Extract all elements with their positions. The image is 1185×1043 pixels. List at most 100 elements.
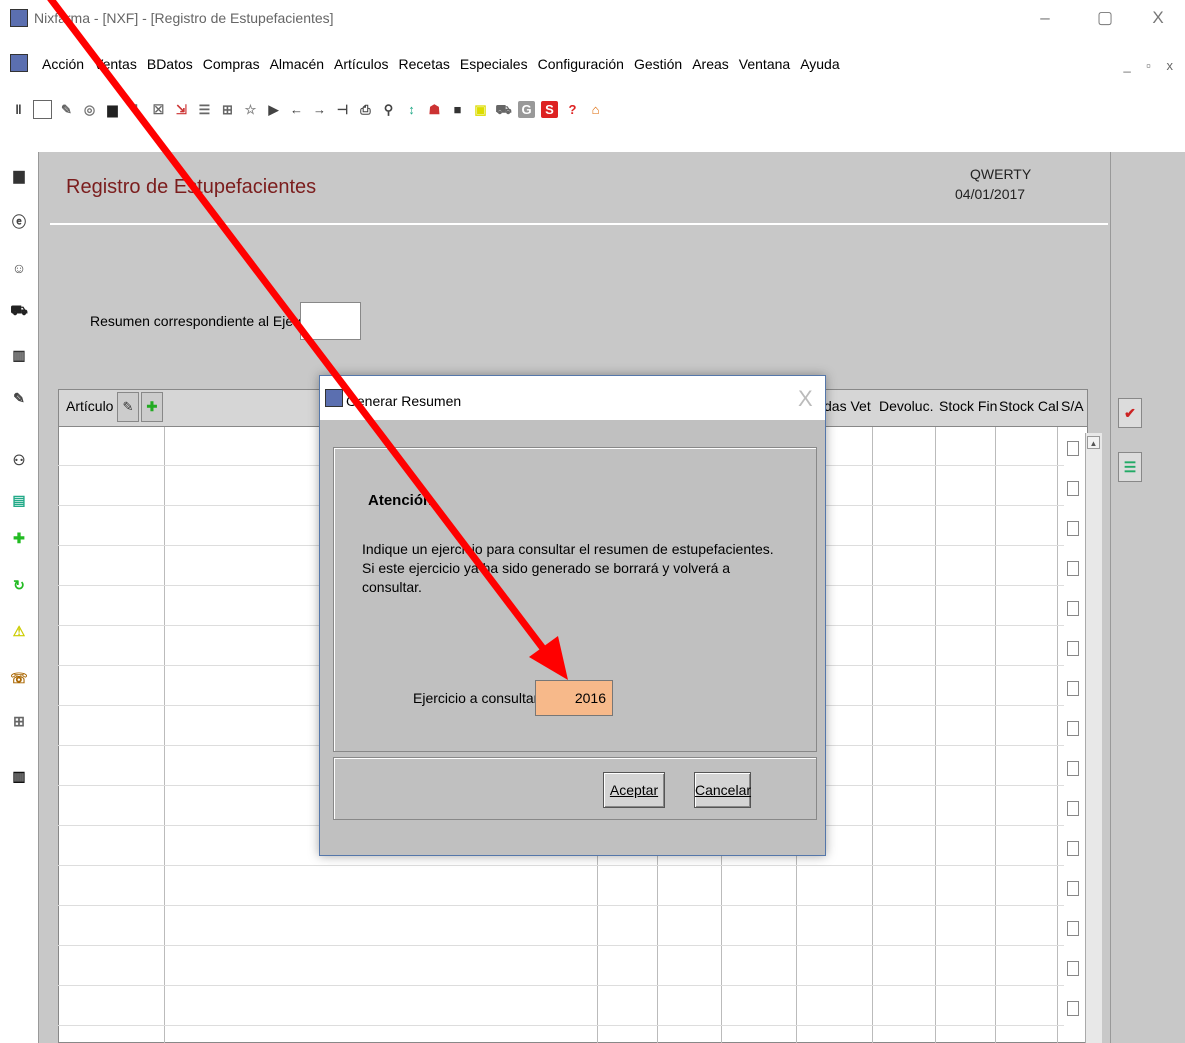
- minimize-button[interactable]: –: [1025, 6, 1065, 30]
- menu-item-3[interactable]: Compras: [199, 56, 266, 72]
- list2-icon[interactable]: ☰: [196, 101, 213, 118]
- menu-item-4[interactable]: Almacén: [266, 56, 330, 72]
- menu-item-7[interactable]: Especiales: [456, 56, 534, 72]
- sa-checkbox[interactable]: [1067, 561, 1079, 576]
- help-icon[interactable]: ?: [564, 101, 581, 118]
- sa-checkbox[interactable]: [1067, 601, 1079, 616]
- barcode-icon[interactable]: ▥: [10, 766, 28, 786]
- menu-item-2[interactable]: BDatos: [143, 56, 199, 72]
- import-icon[interactable]: ⇩: [127, 101, 144, 118]
- cart-side-icon[interactable]: ⛟: [10, 300, 28, 320]
- disc-icon[interactable]: ◎: [81, 101, 98, 118]
- sa-checkbox[interactable]: [1067, 881, 1079, 896]
- menu-item-1[interactable]: Ventas: [90, 56, 143, 72]
- support-icon[interactable]: ☏: [10, 668, 28, 688]
- table-row: [58, 865, 1064, 866]
- menu-item-6[interactable]: Recetas: [395, 56, 456, 72]
- col-devoluciones[interactable]: Devoluc.: [879, 398, 933, 414]
- current-date: 04/01/2017: [955, 186, 1026, 202]
- sa-checkbox[interactable]: [1067, 961, 1079, 976]
- close-button[interactable]: X: [1138, 6, 1178, 30]
- pencil-icon[interactable]: ✎: [10, 388, 28, 408]
- ejercicio-input[interactable]: 2016: [535, 680, 613, 716]
- edit-icon[interactable]: ✎: [58, 101, 75, 118]
- g-icon[interactable]: G: [518, 100, 535, 118]
- sa-checkbox[interactable]: [1067, 801, 1079, 816]
- mdi-controls[interactable]: _ ▫ x: [1123, 58, 1179, 73]
- mdi-app-icon: [10, 54, 28, 72]
- factory-icon[interactable]: ▥: [10, 345, 28, 365]
- aceptar-button[interactable]: Aceptar: [603, 772, 665, 808]
- resumen-label: Resumen correspondiente al Ejercicio: [90, 313, 326, 329]
- sa-checkbox[interactable]: [1067, 921, 1079, 936]
- menu-bar: Acción Ventas BDatos Compras Almacén Artículo…: [0, 54, 1185, 82]
- sort-icon[interactable]: ↕: [403, 101, 420, 118]
- cart-icon[interactable]: ⛟: [495, 101, 512, 118]
- s-icon[interactable]: S: [541, 100, 558, 118]
- sa-checkbox[interactable]: [1067, 521, 1079, 536]
- tree-icon[interactable]: ⊞: [219, 101, 236, 118]
- scroll-up-icon[interactable]: ▲: [1087, 436, 1100, 449]
- bookmark-icon[interactable]: ⊣: [334, 101, 351, 118]
- cancelar-button[interactable]: Cancelar: [694, 772, 751, 808]
- users-icon[interactable]: ⚇: [10, 450, 28, 470]
- menu-item-12[interactable]: Ayuda: [796, 56, 845, 72]
- export-icon[interactable]: ⇲: [173, 101, 190, 118]
- sa-checkbox[interactable]: [1067, 1001, 1079, 1016]
- sa-checkbox[interactable]: [1067, 721, 1079, 736]
- sa-checkbox[interactable]: [1067, 481, 1079, 496]
- col-stock-cal[interactable]: Stock Cal: [999, 398, 1059, 414]
- calc-icon[interactable]: ☗: [426, 101, 443, 118]
- right-arrow-icon[interactable]: →: [311, 101, 328, 118]
- sa-checkbox[interactable]: [1067, 841, 1079, 856]
- home-icon[interactable]: ⌂: [587, 101, 604, 118]
- print2-icon[interactable]: ⎙: [357, 101, 374, 118]
- user-name: QWERTY: [970, 166, 1032, 182]
- col-ventas-vet[interactable]: das Vet: [824, 398, 871, 414]
- col-stock-fin[interactable]: Stock Fin: [939, 398, 997, 414]
- dialog-close-button[interactable]: X: [798, 386, 813, 412]
- sa-checkbox[interactable]: [1067, 761, 1079, 776]
- form-title: Registro de Estupefacientes: [66, 176, 317, 198]
- menu-item-9[interactable]: Gestión: [630, 56, 688, 72]
- sa-checkbox[interactable]: [1067, 681, 1079, 696]
- sa-checkbox[interactable]: [1067, 641, 1079, 656]
- menu-item-10[interactable]: Areas: [688, 56, 735, 72]
- menu-item-5[interactable]: Artículos: [330, 56, 394, 72]
- print-icon[interactable]: ▆: [104, 101, 121, 118]
- validate-icon[interactable]: ✔: [1118, 398, 1142, 428]
- add-article-icon[interactable]: ✚: [141, 392, 163, 422]
- monitor-icon[interactable]: ▣: [472, 101, 489, 118]
- left-arrow-icon[interactable]: ←: [288, 101, 305, 118]
- menu-item-8[interactable]: Configuración: [534, 56, 630, 72]
- star-icon[interactable]: ☆: [242, 101, 259, 118]
- grid-scrollbar[interactable]: [1085, 433, 1102, 1043]
- document-icon[interactable]: [33, 99, 52, 119]
- stop-icon[interactable]: ■: [449, 101, 466, 118]
- list-sort-icon[interactable]: ☰: [1118, 452, 1142, 482]
- pharmacy-cross-icon[interactable]: ✚: [10, 528, 28, 548]
- next-page-icon[interactable]: ▶: [265, 101, 282, 118]
- window-title: Nixfarma - [NXF] - [Registro de Estupefa…: [34, 10, 334, 26]
- resumen-ejercicio-input[interactable]: [300, 302, 361, 340]
- form-icon[interactable]: ▤: [10, 490, 28, 510]
- refresh-icon[interactable]: ↻: [10, 575, 28, 595]
- grid-icon[interactable]: ⊞: [10, 711, 28, 731]
- restore-button[interactable]: ▢: [1085, 6, 1125, 30]
- pause-icon[interactable]: ‖: [10, 101, 27, 118]
- ejercicio-label: Ejercicio a consultar:: [413, 690, 543, 706]
- sa-checkbox[interactable]: [1067, 441, 1079, 456]
- warning-icon[interactable]: ⚠: [10, 621, 28, 641]
- list-icon[interactable]: ☒: [150, 101, 167, 118]
- edit-pencil-icon[interactable]: ✎: [117, 392, 139, 422]
- grid-divider: [995, 427, 996, 1043]
- person-icon[interactable]: ☺: [10, 258, 28, 278]
- printer-icon[interactable]: ▆: [10, 165, 28, 185]
- left-toolbar: [0, 152, 38, 1043]
- menu-item-0[interactable]: Acción: [38, 56, 90, 72]
- invoice-icon[interactable]: ⓔ: [10, 212, 28, 232]
- col-sa[interactable]: S/A: [1061, 398, 1084, 414]
- col-articulo[interactable]: Artículo: [66, 398, 113, 414]
- menu-item-11[interactable]: Ventana: [735, 56, 796, 72]
- search-icon[interactable]: ⚲: [380, 101, 397, 118]
